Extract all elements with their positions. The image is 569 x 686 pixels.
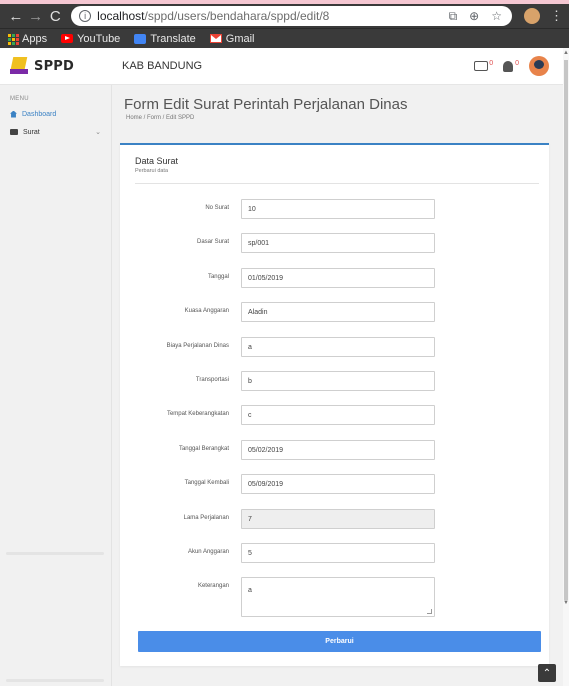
bookmark-label: YouTube bbox=[77, 32, 121, 45]
message-badge: 0 bbox=[489, 59, 494, 67]
message-icon[interactable] bbox=[474, 61, 489, 71]
tanggal-kembali-input[interactable]: 05/09/2019 bbox=[241, 474, 435, 494]
tanggal-input[interactable]: 01/05/2019 bbox=[241, 268, 435, 288]
info-icon[interactable]: i bbox=[79, 10, 92, 22]
transportasi-input[interactable]: b bbox=[241, 371, 435, 391]
bookmark-apps[interactable]: Apps bbox=[8, 33, 47, 45]
star-icon[interactable]: ☆ bbox=[491, 9, 502, 24]
sidebar-item-surat[interactable]: Surat ⌄ bbox=[0, 125, 111, 139]
sidebar-item-label: Surat bbox=[23, 128, 40, 136]
keterangan-textarea[interactable]: a bbox=[241, 577, 435, 617]
apps-grid-icon bbox=[8, 33, 19, 45]
gmail-icon bbox=[209, 34, 222, 43]
no-surat-input[interactable]: 10 bbox=[241, 199, 435, 219]
sidebar-scrollbar[interactable] bbox=[6, 552, 104, 555]
akun-anggaran-label: Akun Anggaran bbox=[187, 549, 229, 555]
bookmark-label: Translate bbox=[150, 32, 196, 45]
reload-icon[interactable]: C bbox=[45, 6, 65, 26]
lama-perjalanan-label: Lama Perjalanan bbox=[183, 515, 229, 521]
scroll-thumb[interactable] bbox=[564, 60, 568, 600]
logo-text: SPPD bbox=[34, 58, 75, 74]
dasar-surat-input[interactable]: sp/001 bbox=[241, 233, 435, 253]
keterangan-label: Keterangan bbox=[197, 583, 229, 589]
sidebar-item-dashboard[interactable]: Dashboard bbox=[0, 107, 111, 121]
address-bar[interactable]: i localhost/sppd/users/bendahara/sppd/ed… bbox=[71, 6, 512, 26]
user-avatar[interactable] bbox=[529, 56, 549, 76]
tanggal-berangkat-label: Tanggal Berangkat bbox=[178, 446, 229, 452]
sidebar-scrollbar[interactable] bbox=[6, 679, 104, 682]
akun-anggaran-input[interactable]: 5 bbox=[241, 543, 435, 563]
bell-icon[interactable] bbox=[503, 60, 514, 72]
bookmark-gmail[interactable]: Gmail bbox=[209, 32, 255, 45]
kuasa-anggaran-label: Kuasa Anggaran bbox=[184, 308, 229, 314]
home-icon bbox=[10, 110, 17, 118]
translate-icon bbox=[134, 33, 147, 44]
keterangan-value: a bbox=[248, 587, 252, 594]
kuasa-anggaran-input[interactable]: Aladin bbox=[241, 302, 435, 322]
bookmark-label: Apps bbox=[22, 32, 48, 45]
bookmark-label: Gmail bbox=[225, 32, 255, 45]
card-title: Data Surat bbox=[135, 156, 179, 166]
sidebar-item-label: Dashboard bbox=[22, 110, 57, 118]
back-arrow-icon[interactable]: ← bbox=[6, 6, 26, 26]
logo-mark-icon bbox=[10, 57, 28, 75]
menu-caption: MENU bbox=[10, 96, 29, 102]
page-title: Form Edit Surat Perintah Perjalanan Dina… bbox=[124, 96, 408, 113]
resize-handle-icon[interactable] bbox=[427, 609, 432, 614]
profile-avatar-icon[interactable] bbox=[524, 8, 540, 24]
sidebar: MENU Dashboard Surat ⌄ bbox=[0, 85, 112, 686]
translate-page-icon[interactable]: ⧉ bbox=[449, 9, 458, 24]
tempat-keberangkatan-label: Tempat Keberangkatan bbox=[166, 411, 229, 417]
bookmarks-bar: Apps YouTube Translate Gmail bbox=[0, 28, 569, 48]
youtube-icon bbox=[61, 34, 74, 43]
back-to-top-button[interactable]: ⌃ bbox=[538, 664, 556, 682]
forward-arrow-icon[interactable]: → bbox=[26, 6, 46, 26]
tanggal-berangkat-input[interactable]: 05/02/2019 bbox=[241, 440, 435, 460]
header-title: KAB BANDUNG bbox=[122, 60, 203, 72]
bookmark-youtube[interactable]: YouTube bbox=[61, 33, 120, 45]
page-scrollbar[interactable]: ▲ ▼ bbox=[563, 48, 569, 686]
url-path: /sppd/users/bendahara/sppd/edit/8 bbox=[144, 9, 330, 23]
notification-badge: 0 bbox=[515, 59, 519, 67]
folder-icon bbox=[10, 129, 18, 135]
chevron-down-icon: ⌄ bbox=[95, 129, 101, 136]
chevron-up-icon: ⌃ bbox=[542, 667, 552, 679]
biaya-perjalanan-label: Biaya Perjalanan Dinas bbox=[166, 343, 229, 349]
card-subtitle: Perbarui data bbox=[135, 168, 169, 174]
dasar-surat-label: Dasar Surat bbox=[196, 239, 229, 245]
scroll-up-arrow-icon[interactable]: ▲ bbox=[563, 50, 569, 56]
browser-menu-icon[interactable]: ⋮ bbox=[550, 8, 563, 24]
divider bbox=[135, 183, 539, 184]
bookmark-translate[interactable]: Translate bbox=[134, 32, 196, 45]
app-logo[interactable]: SPPD bbox=[0, 57, 112, 75]
breadcrumb: Home / Form / Edit SPPD bbox=[126, 115, 195, 121]
browser-toolbar: ← → C i localhost/sppd/users/bendahara/s… bbox=[0, 4, 569, 28]
form-card: Data Surat Perbarui data No Surat 10 Das… bbox=[120, 143, 549, 666]
tanggal-kembali-label: Tanggal Kembali bbox=[184, 480, 229, 486]
tempat-keberangkatan-input[interactable]: c bbox=[241, 405, 435, 425]
transportasi-label: Transportasi bbox=[195, 377, 229, 383]
no-surat-label: No Surat bbox=[205, 205, 229, 211]
url-host: localhost bbox=[97, 9, 145, 23]
perbarui-button[interactable]: Perbarui bbox=[138, 631, 541, 652]
app-header: SPPD KAB BANDUNG 0 0 bbox=[0, 48, 563, 85]
tanggal-label: Tanggal bbox=[207, 274, 229, 280]
scroll-down-arrow-icon[interactable]: ▼ bbox=[563, 600, 569, 606]
zoom-icon[interactable]: ⊕ bbox=[469, 9, 479, 24]
biaya-perjalanan-input[interactable]: a bbox=[241, 337, 435, 357]
lama-perjalanan-input: 7 bbox=[241, 509, 435, 529]
